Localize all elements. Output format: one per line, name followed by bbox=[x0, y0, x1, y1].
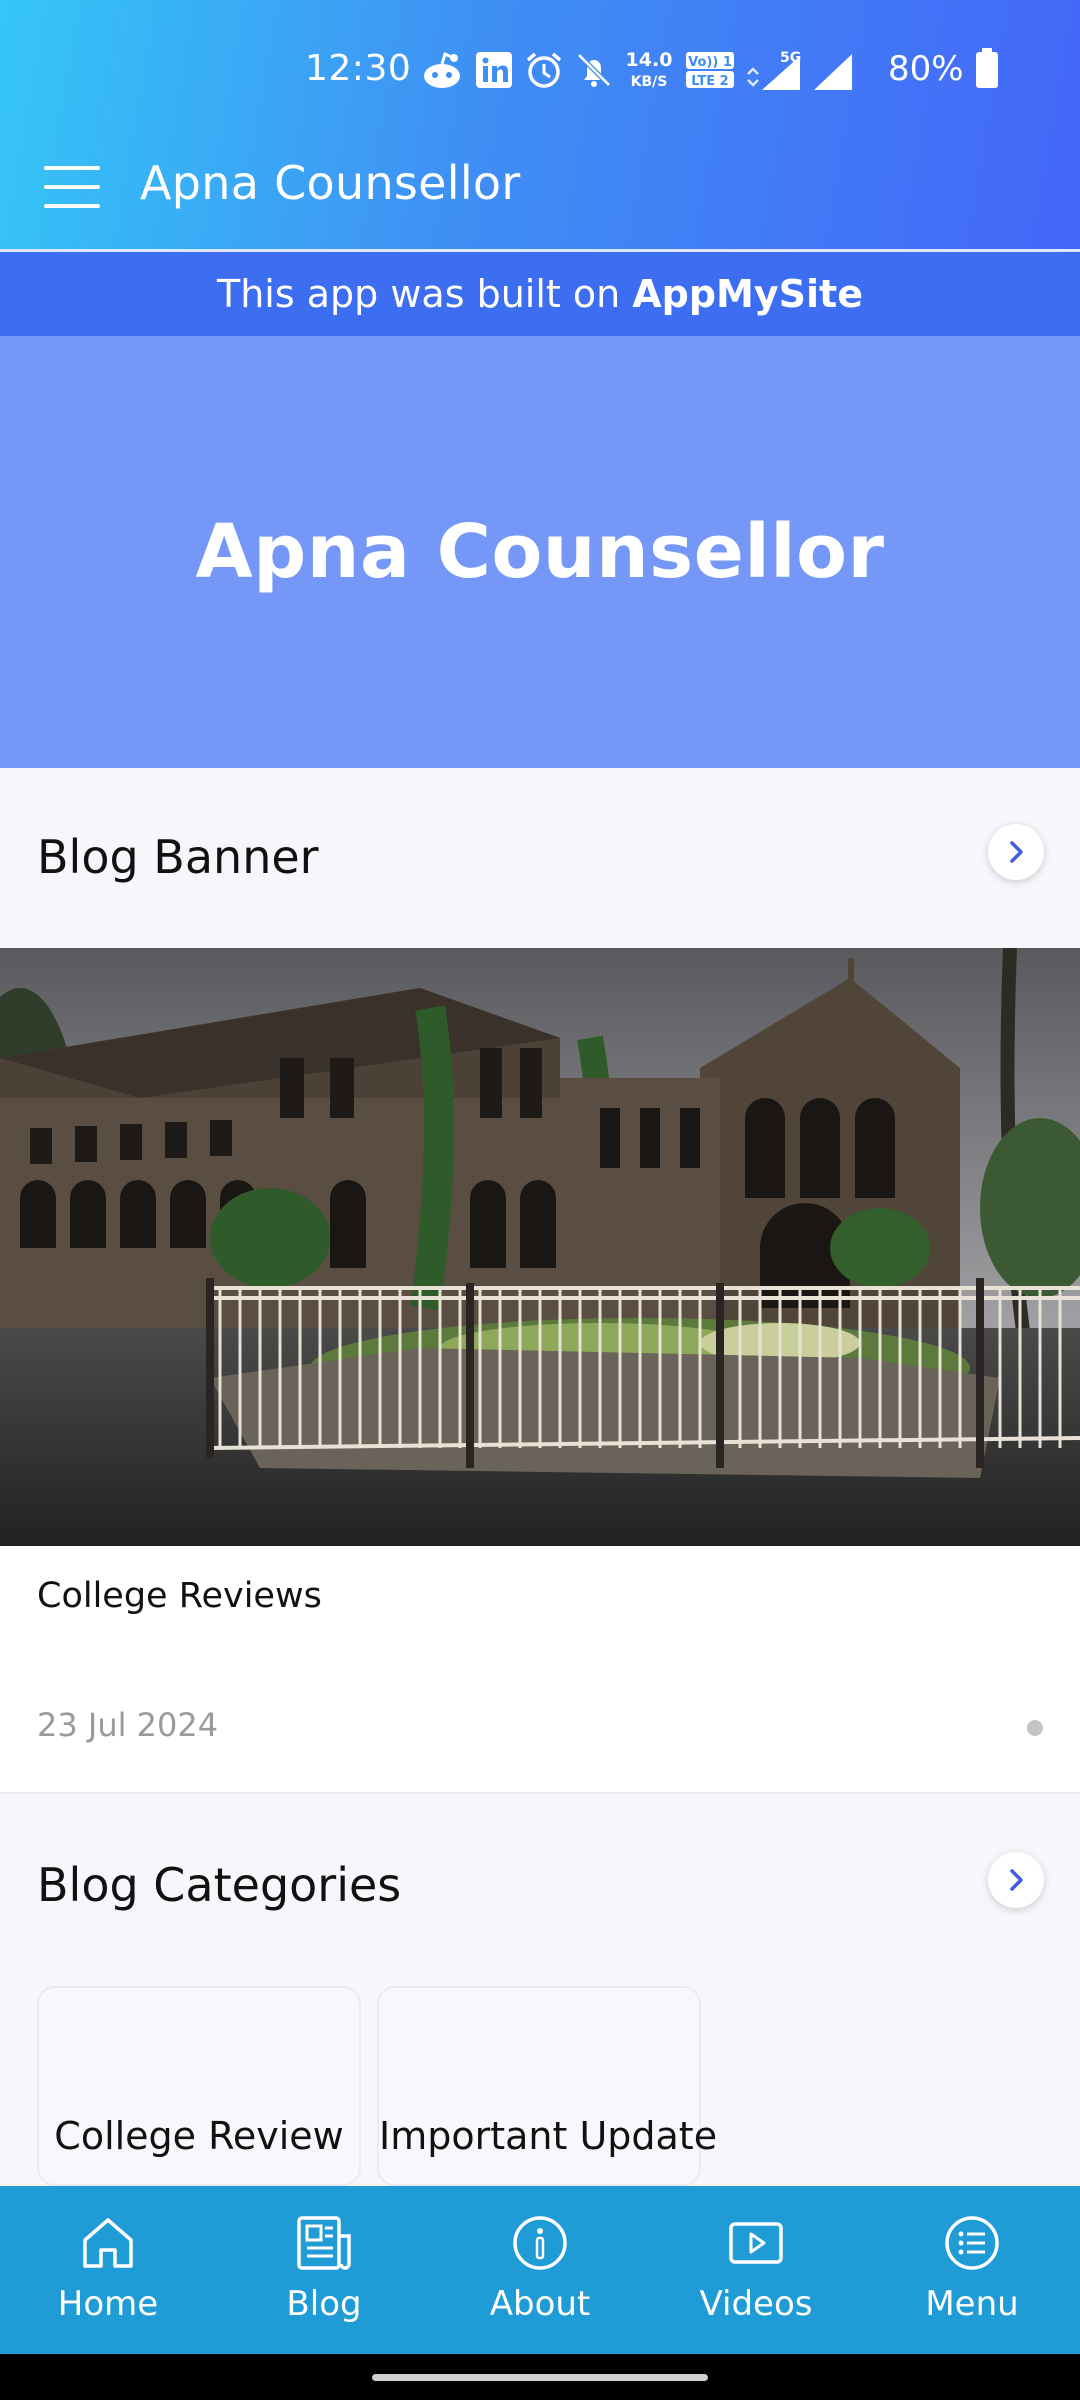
system-gesture-bar bbox=[0, 2354, 1080, 2400]
blog-banner-image[interactable] bbox=[0, 948, 1080, 1546]
svg-text:Vo)) 1: Vo)) 1 bbox=[688, 55, 732, 70]
built-on-brand: AppMySite bbox=[632, 272, 863, 316]
net-speed-icon: 14.0 KB/S bbox=[626, 49, 673, 90]
info-icon bbox=[513, 2216, 567, 2270]
battery-status: 80% bbox=[888, 48, 1000, 90]
nav-label-menu: Menu bbox=[925, 2284, 1019, 2324]
nav-item-menu[interactable]: Menu bbox=[864, 2186, 1080, 2354]
blog-post-card[interactable]: College Reviews 23 Jul 2024 bbox=[0, 1546, 1080, 1794]
blog-categories-more-button[interactable] bbox=[988, 1852, 1044, 1908]
blog-categories-section-header: Blog Categories bbox=[0, 1796, 1080, 1976]
signal-icon bbox=[814, 54, 852, 90]
category-card-important-update[interactable]: Important Update bbox=[377, 1986, 718, 2186]
nav-item-videos[interactable]: Videos bbox=[648, 2186, 864, 2354]
blog-categories-title: Blog Categories bbox=[37, 1858, 402, 1912]
linkedin-icon bbox=[476, 52, 512, 88]
category-label: College Review bbox=[54, 2114, 344, 2158]
chevron-right-icon bbox=[1010, 841, 1023, 863]
header-background: 12:30 14.0 KB/S Vo)) 1 LTE 2 5G 80% Apna… bbox=[0, 0, 1080, 250]
status-time: 12:30 bbox=[305, 48, 412, 89]
status-bar: 12:30 14.0 KB/S Vo)) 1 LTE 2 5G 80% bbox=[0, 0, 1080, 150]
category-label: Important Update bbox=[379, 2114, 718, 2158]
hero-banner: Apna Counsellor bbox=[0, 336, 1080, 768]
reddit-icon bbox=[424, 51, 460, 88]
svg-text:KB/S: KB/S bbox=[631, 74, 668, 90]
carousel-indicator-dot[interactable] bbox=[1027, 1720, 1043, 1736]
battery-percent: 80% bbox=[888, 49, 964, 89]
post-title: College Reviews bbox=[37, 1576, 322, 1616]
home-gesture-handle[interactable] bbox=[372, 2374, 708, 2381]
home-icon bbox=[83, 2218, 133, 2268]
battery-icon bbox=[975, 48, 998, 88]
nav-label-blog: Blog bbox=[286, 2284, 362, 2324]
nav-item-blog[interactable]: Blog bbox=[216, 2186, 432, 2354]
signal-5g-icon: 5G bbox=[747, 50, 801, 90]
nav-label-about: About bbox=[489, 2284, 591, 2324]
svg-text:14.0: 14.0 bbox=[626, 49, 673, 71]
blog-icon bbox=[297, 2216, 351, 2270]
app-bar: Apna Counsellor bbox=[0, 150, 1080, 250]
menu-list-icon bbox=[945, 2216, 999, 2270]
hamburger-icon[interactable] bbox=[44, 162, 100, 212]
nav-label-videos: Videos bbox=[699, 2284, 813, 2324]
blog-banner-title: Blog Banner bbox=[37, 830, 319, 884]
video-icon bbox=[729, 2222, 783, 2264]
built-on-text: This app was built on bbox=[217, 272, 621, 316]
nav-label-home: Home bbox=[57, 2284, 159, 2324]
svg-text:LTE 2: LTE 2 bbox=[691, 74, 728, 89]
blog-banner-more-button[interactable] bbox=[988, 824, 1044, 880]
category-card-college-review[interactable]: College Review bbox=[37, 1986, 361, 2186]
volte-icon: Vo)) 1 LTE 2 bbox=[686, 52, 734, 89]
post-date: 23 Jul 2024 bbox=[37, 1706, 219, 1744]
blog-banner-section-header: Blog Banner bbox=[0, 768, 1080, 948]
bottom-navigation: Home Blog About Videos Menu bbox=[0, 2186, 1080, 2354]
built-on-banner[interactable]: This app was built on AppMySite bbox=[0, 252, 1080, 336]
chevron-right-icon bbox=[1010, 1869, 1023, 1891]
app-title: Apna Counsellor bbox=[140, 156, 521, 210]
bell-off-icon bbox=[577, 53, 611, 87]
nav-item-about[interactable]: About bbox=[432, 2186, 648, 2354]
hero-title: Apna Counsellor bbox=[195, 509, 885, 595]
nav-item-home[interactable]: Home bbox=[0, 2186, 216, 2354]
status-icons: 14.0 KB/S Vo)) 1 LTE 2 5G bbox=[420, 46, 854, 94]
alarm-icon bbox=[526, 52, 562, 88]
